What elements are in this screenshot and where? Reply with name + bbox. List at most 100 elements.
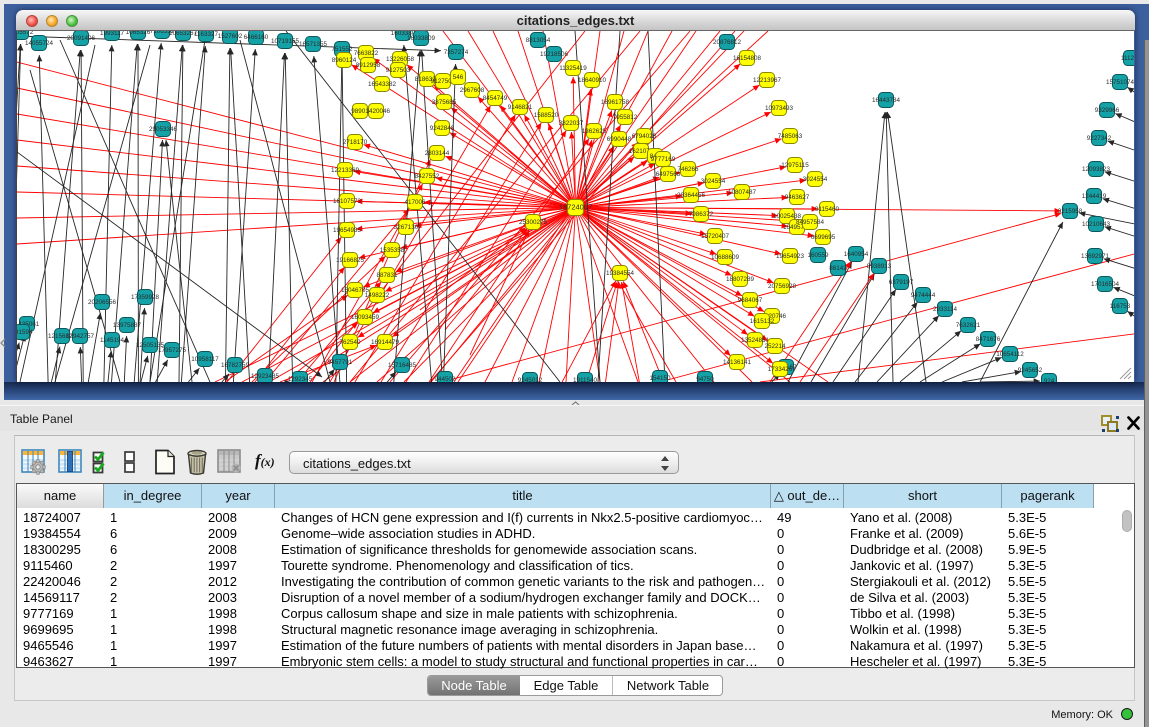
svg-text:9242848: 9242848 bbox=[430, 125, 455, 132]
svg-text:1911540: 1911540 bbox=[573, 377, 598, 382]
svg-text:2933114: 2933114 bbox=[933, 306, 958, 313]
svg-text:9457791: 9457791 bbox=[328, 359, 353, 366]
svg-text:10973493: 10973493 bbox=[765, 105, 794, 112]
svg-text:12942757: 12942757 bbox=[66, 333, 95, 340]
svg-text:16543382: 16543382 bbox=[368, 81, 397, 88]
svg-text:6379197: 6379197 bbox=[889, 279, 914, 286]
svg-text:19218506: 19218506 bbox=[540, 51, 569, 58]
svg-text:16443784: 16443784 bbox=[872, 97, 901, 104]
svg-text:8454749: 8454749 bbox=[483, 95, 508, 102]
svg-text:8912958: 8912958 bbox=[356, 62, 381, 69]
svg-text:7357274: 7357274 bbox=[444, 49, 469, 56]
svg-text:9777169: 9777169 bbox=[651, 156, 676, 163]
svg-text:944502: 944502 bbox=[434, 376, 456, 382]
svg-text:15751074: 15751074 bbox=[1106, 79, 1134, 86]
svg-text:252214: 252214 bbox=[764, 343, 786, 350]
svg-text:19384554: 19384554 bbox=[606, 270, 635, 277]
svg-text:1145194: 1145194 bbox=[100, 337, 125, 344]
svg-text:9227342: 9227342 bbox=[1087, 135, 1112, 142]
svg-text:9474444: 9474444 bbox=[911, 292, 936, 299]
svg-text:111254: 111254 bbox=[1121, 55, 1134, 62]
svg-text:1993117: 1993117 bbox=[100, 31, 125, 37]
svg-text:8471676: 8471676 bbox=[976, 336, 1001, 343]
svg-text:9127503: 9127503 bbox=[386, 67, 411, 74]
svg-text:2967608: 2967608 bbox=[460, 87, 485, 94]
svg-text:1498222: 1498222 bbox=[365, 292, 390, 299]
svg-text:751552: 751552 bbox=[331, 46, 353, 53]
svg-text:16107573: 16107573 bbox=[333, 198, 362, 205]
svg-text:12975115: 12975115 bbox=[781, 162, 809, 169]
svg-text:6699695: 6699695 bbox=[811, 234, 836, 241]
svg-text:16961758: 16961758 bbox=[601, 99, 630, 106]
svg-text:16571355: 16571355 bbox=[299, 41, 328, 48]
svg-text:116753: 116753 bbox=[1110, 303, 1131, 310]
svg-text:746266: 746266 bbox=[677, 166, 699, 173]
svg-text:3267130: 3267130 bbox=[394, 224, 419, 231]
svg-text:1527602: 1527602 bbox=[218, 33, 243, 40]
svg-text:20091406: 20091406 bbox=[67, 35, 96, 42]
svg-text:391594: 391594 bbox=[17, 329, 33, 336]
svg-text:9329966: 9329966 bbox=[1095, 107, 1120, 114]
svg-text:9245012: 9245012 bbox=[518, 377, 543, 382]
svg-text:7485063: 7485063 bbox=[778, 133, 803, 140]
svg-text:17016504: 17016504 bbox=[1091, 281, 1120, 288]
svg-text:10719155: 10719155 bbox=[271, 38, 300, 45]
svg-text:3875685: 3875685 bbox=[432, 99, 457, 106]
svg-text:15720407: 15720407 bbox=[701, 233, 730, 240]
svg-text:6466160: 6466160 bbox=[244, 34, 269, 41]
svg-text:13975887: 13975887 bbox=[113, 322, 142, 329]
svg-text:18724007: 18724007 bbox=[559, 203, 592, 212]
svg-text:86142: 86142 bbox=[829, 265, 847, 272]
svg-text:160559: 160559 bbox=[807, 252, 829, 259]
svg-text:15716485: 15716485 bbox=[388, 362, 417, 369]
svg-text:20364456: 20364456 bbox=[677, 192, 706, 199]
svg-text:1640954: 1640954 bbox=[844, 251, 869, 258]
svg-text:19166825: 19166825 bbox=[336, 257, 365, 264]
svg-text:1065326: 1065326 bbox=[126, 31, 151, 36]
svg-text:29053346: 29053346 bbox=[149, 126, 178, 133]
svg-text:10688609: 10688609 bbox=[711, 254, 740, 261]
svg-text:924: 924 bbox=[1044, 378, 1055, 382]
svg-text:762540: 762540 bbox=[339, 339, 361, 346]
svg-text:9245652: 9245652 bbox=[1018, 367, 1043, 374]
svg-text:1244419: 1244419 bbox=[1082, 193, 1107, 200]
svg-text:7986372: 7986372 bbox=[689, 211, 714, 218]
svg-text:3822037: 3822037 bbox=[559, 120, 584, 127]
svg-text:8960124: 8960124 bbox=[332, 57, 357, 64]
svg-text:12093823: 12093823 bbox=[1082, 166, 1111, 173]
svg-text:13692971: 13692971 bbox=[1081, 253, 1110, 260]
svg-text:84957584: 84957584 bbox=[796, 219, 825, 226]
svg-text:16914479: 16914479 bbox=[371, 339, 400, 346]
svg-text:16093459: 16093459 bbox=[351, 314, 380, 321]
svg-text:10958117: 10958117 bbox=[191, 356, 219, 363]
svg-text:8938913: 8938913 bbox=[867, 263, 892, 270]
svg-text:546: 546 bbox=[453, 74, 464, 81]
svg-text:17359928: 17359928 bbox=[131, 294, 160, 301]
svg-text:1163327: 1163327 bbox=[194, 31, 219, 38]
svg-text:1615132: 1615132 bbox=[750, 318, 775, 325]
svg-text:6990448: 6990448 bbox=[607, 136, 632, 143]
svg-text:13226058: 13226058 bbox=[386, 56, 415, 63]
svg-text:98901: 98901 bbox=[351, 108, 369, 115]
svg-text:94750: 94750 bbox=[696, 376, 714, 382]
svg-text:9115460: 9115460 bbox=[815, 206, 840, 213]
svg-text:3215958: 3215958 bbox=[1058, 208, 1083, 215]
svg-text:3024554: 3024554 bbox=[701, 178, 726, 185]
svg-text:9463627: 9463627 bbox=[785, 194, 810, 201]
svg-text:9146821: 9146821 bbox=[508, 104, 533, 111]
svg-text:7632621: 7632621 bbox=[956, 322, 981, 329]
svg-text:12923485: 12923485 bbox=[251, 373, 280, 380]
svg-text:16033809: 16033809 bbox=[407, 35, 436, 42]
svg-text:10210643: 10210643 bbox=[1082, 221, 1111, 228]
svg-text:20206556: 20206556 bbox=[88, 299, 117, 306]
svg-text:1362625: 1362625 bbox=[582, 128, 607, 135]
svg-text:2803144: 2803144 bbox=[425, 150, 450, 157]
svg-text:12213369: 12213369 bbox=[331, 167, 360, 174]
svg-text:1733426: 1733426 bbox=[768, 366, 793, 373]
svg-text:1292345: 1292345 bbox=[288, 376, 313, 382]
svg-text:17957275: 17957275 bbox=[158, 347, 187, 354]
svg-text:18640910: 18640910 bbox=[578, 77, 607, 84]
svg-text:20756928: 20756928 bbox=[768, 283, 797, 290]
svg-text:10654112: 10654112 bbox=[996, 351, 1024, 358]
svg-text:6497568: 6497568 bbox=[656, 171, 681, 178]
